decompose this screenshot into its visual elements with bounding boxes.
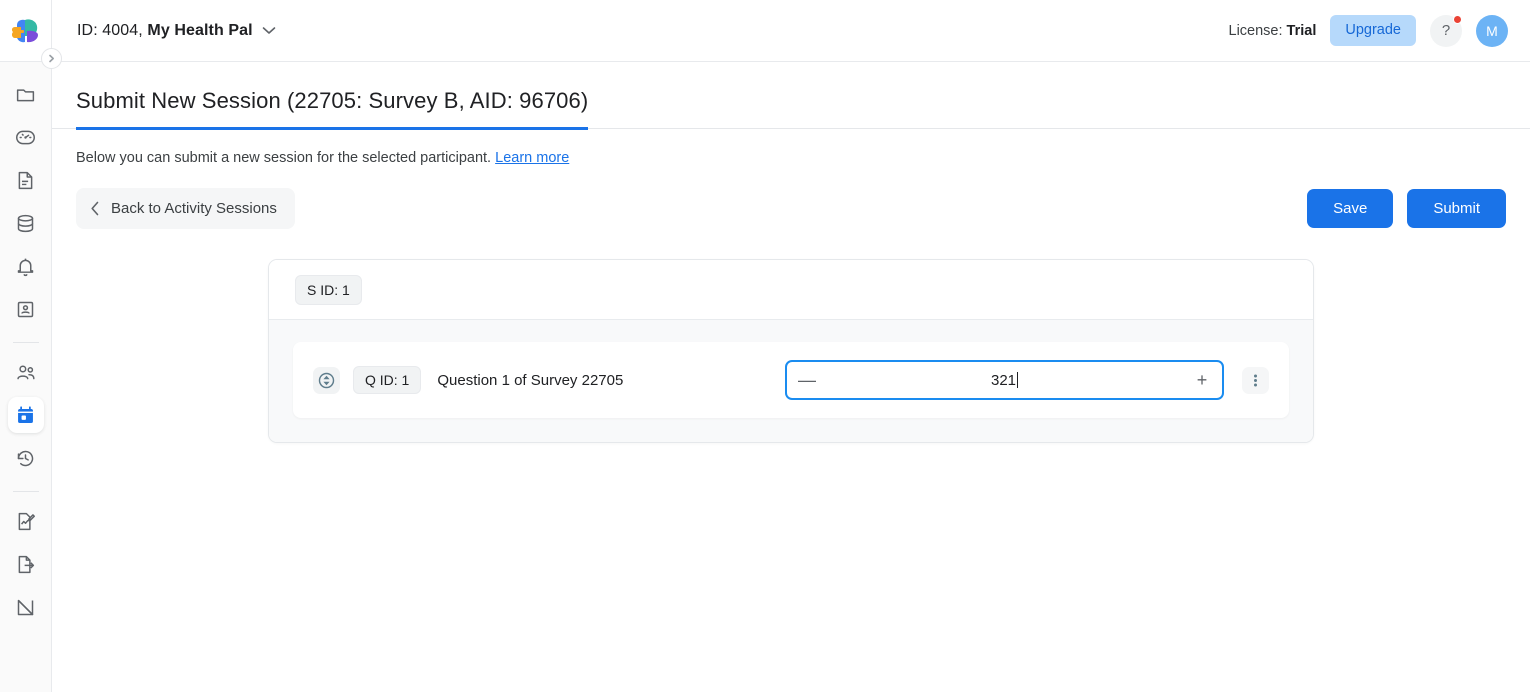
- page-title: Submit New Session (22705: Survey B, AID…: [76, 88, 589, 130]
- description-text: Below you can submit a new session for t…: [76, 150, 492, 166]
- sidebar-item-history[interactable]: [8, 440, 44, 476]
- bell-icon: [15, 256, 36, 277]
- page-description: Below you can submit a new session for t…: [52, 129, 1530, 166]
- brain-logo-icon: [11, 18, 41, 44]
- sidebar-item-notifications[interactable]: [8, 248, 44, 284]
- document-icon: [15, 170, 36, 191]
- document-export-icon: [15, 554, 36, 575]
- sidebar-item-dashboard[interactable]: [8, 119, 44, 155]
- sidebar-divider-2: [12, 491, 39, 492]
- chevron-down-icon: [262, 26, 276, 35]
- license-value: Trial: [1286, 22, 1317, 39]
- page-heading-row: Submit New Session (22705: Survey B, AID…: [52, 62, 1530, 130]
- workspace-title: ID: 4004, My Health Pal: [77, 22, 253, 40]
- question-id-badge: Q ID: 1: [353, 366, 422, 394]
- session-card-header: S ID: 1: [269, 260, 1313, 320]
- sidebar-item-documents[interactable]: [8, 162, 44, 198]
- action-toolbar: Back to Activity Sessions Save Submit: [52, 166, 1530, 229]
- license-label: License:: [1228, 22, 1283, 39]
- drag-handle-icon: [318, 372, 335, 389]
- help-button[interactable]: ?: [1430, 14, 1462, 47]
- session-card: S ID: 1 Q ID: 1 Question 1 of Survey 227…: [268, 259, 1314, 443]
- gauge-icon: [15, 127, 36, 148]
- question-mark-icon: ?: [1441, 22, 1451, 39]
- sidebar-item-export[interactable]: [8, 546, 44, 582]
- workspace-selector[interactable]: ID: 4004, My Health Pal: [77, 22, 276, 40]
- notification-dot: [1453, 14, 1462, 24]
- kebab-menu-icon: [1248, 373, 1263, 388]
- question-value-input[interactable]: 321: [827, 371, 1182, 389]
- back-to-activity-sessions-button[interactable]: Back to Activity Sessions: [76, 188, 295, 229]
- increment-button[interactable]: +: [1182, 362, 1222, 398]
- question-value-text: 321: [990, 371, 1017, 389]
- decrement-button[interactable]: —: [787, 362, 827, 398]
- top-header-bar: ID: 4004, My Health Pal License: Trial U…: [0, 0, 1530, 62]
- sidebar-item-analytics[interactable]: [8, 589, 44, 625]
- sidebar-item-participants[interactable]: [8, 291, 44, 327]
- question-row: Q ID: 1 Question 1 of Survey 22705 — 321…: [293, 342, 1289, 418]
- header-actions: License: Trial Upgrade ? M: [1229, 14, 1530, 47]
- sidebar-item-edit-report[interactable]: [8, 503, 44, 539]
- avatar-initial: M: [1486, 22, 1498, 39]
- workspace-name: My Health Pal: [147, 21, 253, 39]
- sidebar-item-folder[interactable]: [8, 76, 44, 112]
- save-button[interactable]: Save: [1307, 189, 1394, 228]
- question-text: Question 1 of Survey 22705: [437, 371, 624, 389]
- document-edit-icon: [15, 511, 36, 532]
- sidebar-item-database[interactable]: [8, 205, 44, 241]
- sidebar-collapse-toggle[interactable]: [41, 48, 62, 69]
- sidebar-item-users[interactable]: [8, 354, 44, 390]
- calendar-icon: [15, 405, 36, 426]
- session-id-badge: S ID: 1: [295, 275, 362, 305]
- submit-button[interactable]: Submit: [1407, 189, 1506, 228]
- text-caret: [1017, 371, 1019, 388]
- license-status: License: Trial: [1229, 23, 1317, 39]
- question-value-stepper[interactable]: — 321 +: [785, 360, 1224, 400]
- session-card-wrapper: S ID: 1 Q ID: 1 Question 1 of Survey 227…: [52, 229, 1530, 443]
- chevron-left-icon: [90, 201, 100, 216]
- database-icon: [15, 213, 36, 234]
- session-card-body: Q ID: 1 Question 1 of Survey 22705 — 321…: [269, 320, 1313, 442]
- back-button-label: Back to Activity Sessions: [111, 200, 277, 217]
- chevron-right-icon: [47, 54, 56, 63]
- users-icon: [15, 362, 36, 383]
- question-options-menu-button[interactable]: [1242, 366, 1269, 394]
- left-sidebar: [0, 62, 52, 692]
- main-content: Submit New Session (22705: Survey B, AID…: [52, 62, 1530, 692]
- folder-icon: [15, 84, 36, 105]
- drag-handle-button[interactable]: [313, 366, 340, 394]
- history-icon: [15, 448, 36, 469]
- upgrade-button[interactable]: Upgrade: [1330, 15, 1416, 46]
- id-card-icon: [15, 299, 36, 320]
- chart-icon: [15, 597, 36, 618]
- learn-more-link[interactable]: Learn more: [495, 150, 569, 166]
- sidebar-divider-1: [12, 342, 39, 343]
- sidebar-item-activity-sessions[interactable]: [7, 397, 44, 433]
- workspace-id: ID: 4004,: [77, 21, 143, 39]
- avatar[interactable]: M: [1476, 14, 1508, 47]
